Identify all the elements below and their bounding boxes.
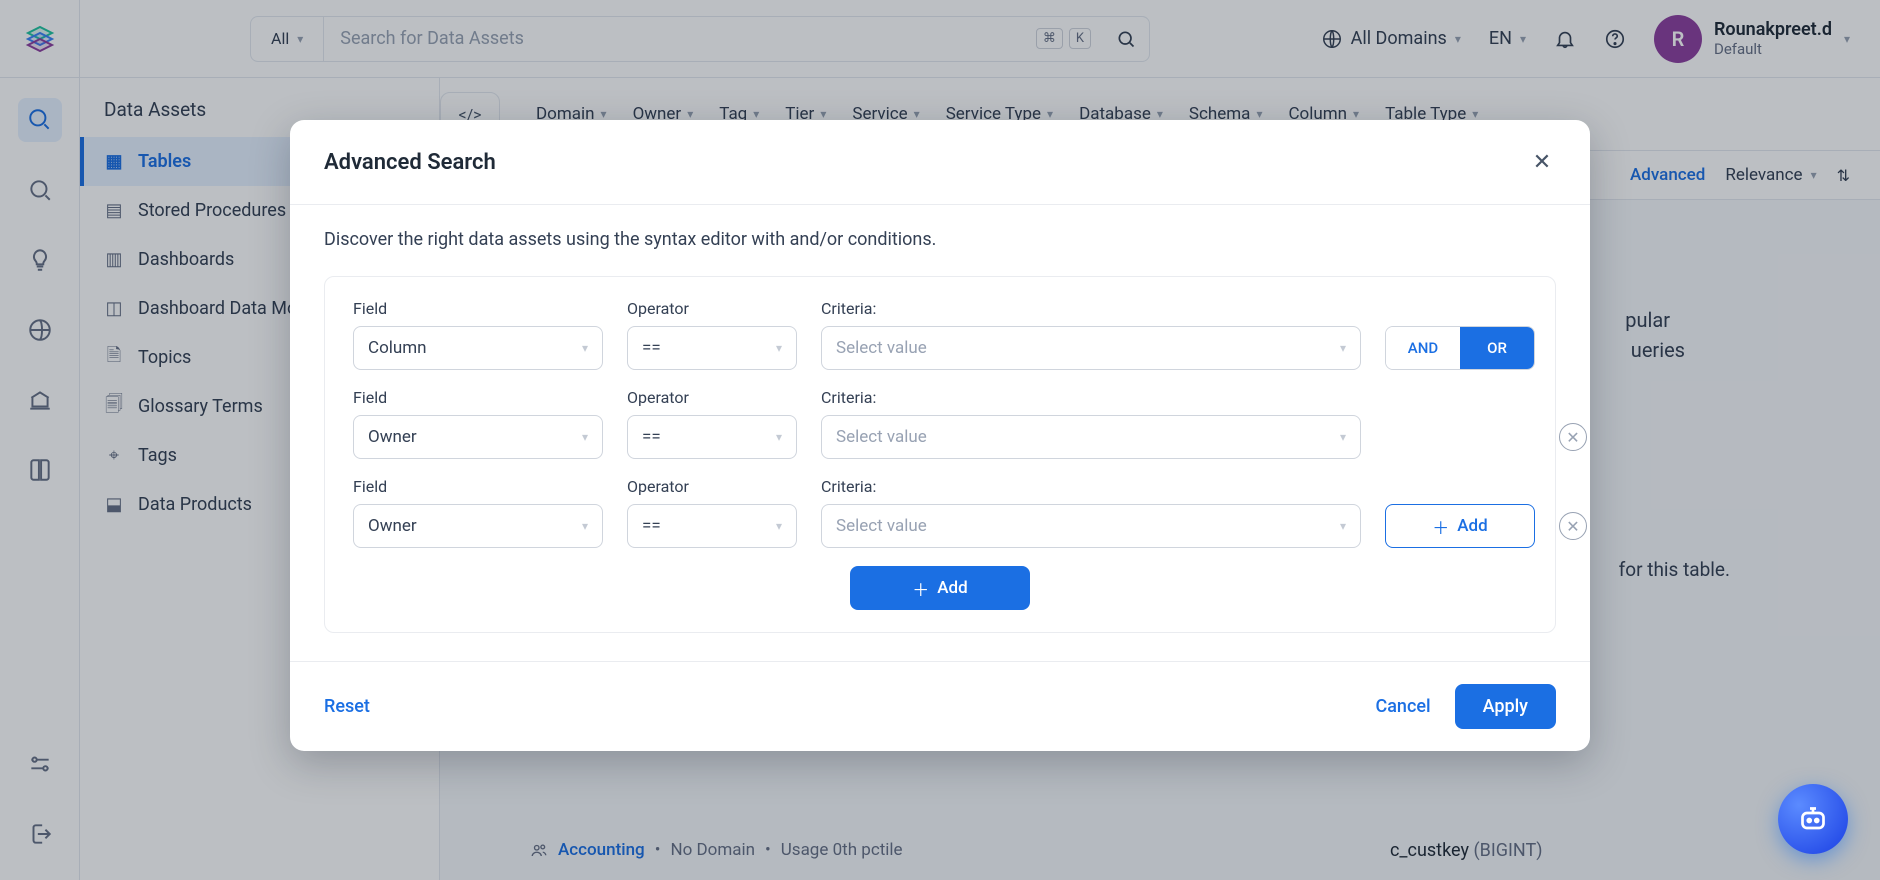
- field-select[interactable]: Owner ▾: [353, 415, 603, 459]
- field-label: Field: [353, 299, 603, 318]
- criteria-select[interactable]: Select value ▾: [821, 504, 1361, 548]
- chevron-down-icon: ▾: [582, 341, 588, 355]
- field-value: Owner: [368, 427, 417, 447]
- criteria-placeholder: Select value: [836, 516, 927, 536]
- remove-row-button[interactable]: ✕: [1559, 423, 1587, 451]
- operator-label: Operator: [627, 477, 797, 496]
- field-select[interactable]: Column ▾: [353, 326, 603, 370]
- chevron-down-icon: ▾: [776, 341, 782, 355]
- chevron-down-icon: ▾: [776, 430, 782, 444]
- cancel-button[interactable]: Cancel: [1375, 696, 1430, 717]
- close-icon: ✕: [1566, 517, 1579, 536]
- add-group-button[interactable]: ＋ Add: [850, 566, 1030, 610]
- criteria-label: Criteria:: [821, 477, 1361, 496]
- advanced-search-modal: Advanced Search ✕ Discover the right dat…: [290, 120, 1590, 751]
- criteria-select[interactable]: Select value ▾: [821, 326, 1361, 370]
- add-label: Add: [937, 578, 967, 598]
- or-toggle[interactable]: OR: [1460, 327, 1534, 369]
- modal-description: Discover the right data assets using the…: [290, 205, 1590, 258]
- criteria-label: Criteria:: [821, 388, 1361, 407]
- condition-row: Field Owner ▾ Operator == ▾ Criteria: Sele…: [353, 477, 1527, 548]
- reset-button[interactable]: Reset: [324, 696, 370, 717]
- chevron-down-icon: ▾: [582, 430, 588, 444]
- modal-footer: Reset Cancel Apply: [290, 661, 1590, 751]
- modal-header: Advanced Search ✕: [290, 120, 1590, 205]
- chevron-down-icon: ▾: [1340, 341, 1346, 355]
- criteria-label: Criteria:: [821, 299, 1361, 318]
- add-label: Add: [1457, 516, 1487, 536]
- operator-select[interactable]: == ▾: [627, 504, 797, 548]
- add-row-button[interactable]: ＋ Add: [1385, 504, 1535, 548]
- operator-value: ==: [642, 516, 661, 536]
- close-button[interactable]: ✕: [1528, 148, 1556, 176]
- criteria-placeholder: Select value: [836, 338, 927, 358]
- condition-row: Field Column ▾ Operator == ▾ Criteria: Sel…: [353, 299, 1527, 370]
- plus-icon: ＋: [912, 576, 929, 601]
- field-label: Field: [353, 388, 603, 407]
- condition-row: Field Owner ▾ Operator == ▾ Criteria: Sele…: [353, 388, 1527, 459]
- operator-select[interactable]: == ▾: [627, 326, 797, 370]
- apply-button[interactable]: Apply: [1455, 684, 1556, 729]
- chevron-down-icon: ▾: [1340, 519, 1346, 533]
- chat-fab[interactable]: [1778, 784, 1848, 854]
- operator-value: ==: [642, 427, 661, 447]
- close-icon: ✕: [1533, 150, 1551, 175]
- chevron-down-icon: ▾: [582, 519, 588, 533]
- close-icon: ✕: [1566, 428, 1579, 447]
- field-value: Column: [368, 338, 427, 358]
- chevron-down-icon: ▾: [1340, 430, 1346, 444]
- criteria-placeholder: Select value: [836, 427, 927, 447]
- operator-label: Operator: [627, 299, 797, 318]
- bot-icon: [1795, 801, 1831, 837]
- field-label: Field: [353, 477, 603, 496]
- criteria-select[interactable]: Select value ▾: [821, 415, 1361, 459]
- modal-overlay[interactable]: Advanced Search ✕ Discover the right dat…: [0, 0, 1880, 880]
- remove-row-button[interactable]: ✕: [1559, 512, 1587, 540]
- modal-title: Advanced Search: [324, 150, 496, 175]
- operator-label: Operator: [627, 388, 797, 407]
- operator-select[interactable]: == ▾: [627, 415, 797, 459]
- condition-builder: Field Column ▾ Operator == ▾ Criteria: Sel…: [324, 276, 1556, 633]
- chevron-down-icon: ▾: [776, 519, 782, 533]
- operator-value: ==: [642, 338, 661, 358]
- plus-icon: ＋: [1432, 514, 1449, 539]
- field-select[interactable]: Owner ▾: [353, 504, 603, 548]
- field-value: Owner: [368, 516, 417, 536]
- and-toggle[interactable]: AND: [1386, 327, 1460, 369]
- boolean-toggle: AND OR: [1385, 326, 1535, 370]
